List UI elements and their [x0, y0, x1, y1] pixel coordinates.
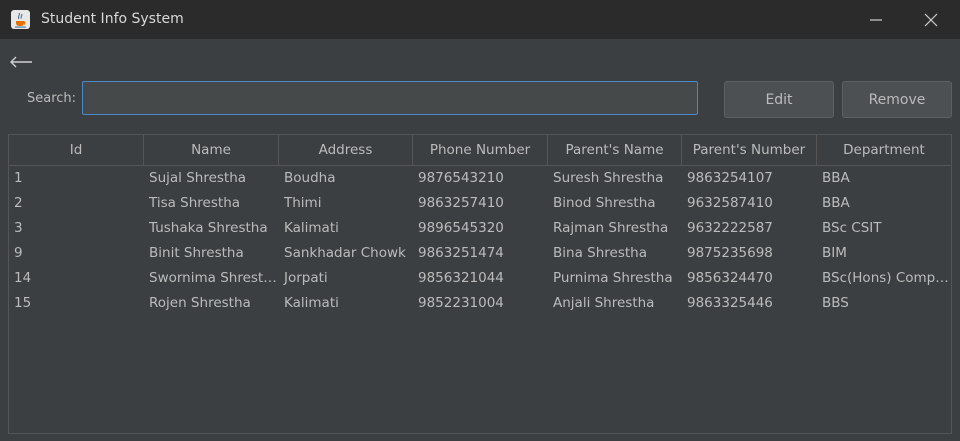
students-table[interactable]: Id Name Address Phone Number Parent's Na…	[8, 134, 952, 434]
cell-department: BIM	[822, 245, 847, 261]
cell-parent-name: Rajman Shrestha	[553, 220, 669, 236]
cell-department: BSc(Hons) Compu...	[822, 270, 951, 286]
cell-phone: 9863257410	[418, 195, 504, 211]
cell-id: 3	[14, 220, 23, 236]
cell-parent-name: Binod Shrestha	[553, 195, 656, 211]
java-cup-icon	[11, 10, 30, 29]
cell-parent-name: Bina Shrestha	[553, 245, 647, 261]
table-row[interactable]: 15 Rojen Shrestha Kalimati 9852231004 An…	[9, 291, 951, 316]
close-icon	[924, 13, 938, 26]
cell-name: Binit Shrestha	[149, 245, 244, 261]
column-header-phone[interactable]: Phone Number	[413, 135, 548, 165]
cell-department: BSc CSIT	[822, 220, 882, 236]
cell-phone: 9856321044	[418, 270, 504, 286]
back-arrow-icon	[10, 56, 32, 68]
search-label: Search:	[27, 91, 77, 106]
window-title: Student Info System	[41, 11, 184, 27]
cell-parent-name: Anjali Shrestha	[553, 295, 655, 311]
cell-id: 1	[14, 170, 23, 186]
cell-phone: 9896545320	[418, 220, 504, 236]
cell-id: 2	[14, 195, 23, 211]
table-header: Id Name Address Phone Number Parent's Na…	[9, 135, 951, 166]
cell-parent-number: 9863325446	[687, 295, 773, 311]
table-row[interactable]: 9 Binit Shrestha Sankhadar Chowk 9863251…	[9, 241, 951, 266]
cell-id: 9	[14, 245, 23, 261]
column-header-parent-name[interactable]: Parent's Name	[548, 135, 682, 165]
cell-parent-number: 9632587410	[687, 195, 773, 211]
back-button[interactable]	[8, 52, 34, 72]
cell-parent-number: 9875235698	[687, 245, 773, 261]
minimize-button[interactable]	[853, 0, 899, 39]
cell-address: Kalimati	[284, 220, 339, 236]
cell-parent-name: Purnima Shrestha	[553, 270, 673, 286]
cell-parent-number: 9856324470	[687, 270, 773, 286]
column-header-department[interactable]: Department	[817, 135, 951, 165]
search-input[interactable]	[82, 81, 698, 115]
cell-department: BBA	[822, 170, 850, 186]
cell-name: Rojen Shrestha	[149, 295, 251, 311]
cell-address: Kalimati	[284, 295, 339, 311]
cell-phone: 9863251474	[418, 245, 504, 261]
cell-address: Sankhadar Chowk	[284, 245, 406, 261]
column-header-id[interactable]: Id	[9, 135, 144, 165]
cell-phone: 9876543210	[418, 170, 504, 186]
cell-parent-number: 9632222587	[687, 220, 773, 236]
title-bar: Student Info System	[0, 0, 960, 39]
table-row[interactable]: 3 Tushaka Shrestha Kalimati 9896545320 R…	[9, 216, 951, 241]
cell-name: Sujal Shrestha	[149, 170, 247, 186]
cell-id: 14	[14, 270, 32, 286]
cell-address: Jorpati	[284, 270, 328, 286]
minimize-icon	[870, 18, 882, 21]
cell-address: Boudha	[284, 170, 336, 186]
cell-parent-name: Suresh Shrestha	[553, 170, 664, 186]
column-header-address[interactable]: Address	[279, 135, 413, 165]
cell-parent-number: 9863254107	[687, 170, 773, 186]
edit-button[interactable]: Edit	[724, 81, 834, 118]
table-row[interactable]: 14 Swornima Shrestha Jorpati 9856321044 …	[9, 266, 951, 291]
cell-name: Tisa Shrestha	[149, 195, 241, 211]
cell-address: Thimi	[284, 195, 322, 211]
close-button[interactable]	[908, 0, 954, 39]
cell-name: Swornima Shrestha	[149, 270, 279, 286]
cell-phone: 9852231004	[418, 295, 504, 311]
remove-button[interactable]: Remove	[842, 81, 952, 118]
cell-name: Tushaka Shrestha	[149, 220, 268, 236]
cell-department: BBS	[822, 295, 849, 311]
column-header-parent-number[interactable]: Parent's Number	[682, 135, 817, 165]
table-row[interactable]: 1 Sujal Shrestha Boudha 9876543210 Sures…	[9, 166, 951, 191]
cell-id: 15	[14, 295, 32, 311]
cell-department: BBA	[822, 195, 850, 211]
column-header-name[interactable]: Name	[144, 135, 279, 165]
table-row[interactable]: 2 Tisa Shrestha Thimi 9863257410 Binod S…	[9, 191, 951, 216]
